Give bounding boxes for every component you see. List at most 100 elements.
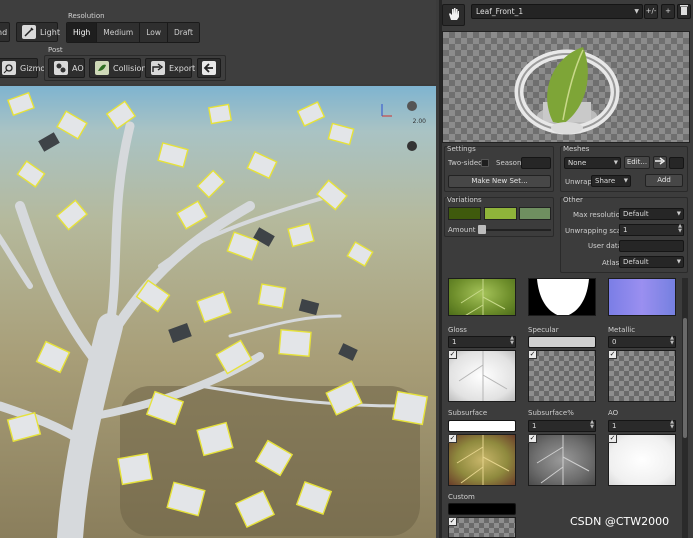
user-data-label: User data [588, 242, 622, 250]
leaf-preview-render [514, 47, 620, 135]
post-title: Post [48, 46, 63, 54]
custom-enabled-checkbox[interactable]: ✓ [448, 517, 457, 526]
specular-enabled-checkbox[interactable]: ✓ [528, 350, 537, 359]
resolution-high[interactable]: High [67, 23, 98, 42]
gizmo-label: Gizmo [20, 63, 46, 73]
mesh-color-field[interactable] [669, 157, 684, 169]
variation-color-3[interactable] [519, 207, 551, 220]
hand-tool-button[interactable] [442, 4, 465, 26]
metallic-label: Metallic [608, 326, 636, 334]
subsurface-veins [456, 435, 510, 485]
watermark: CSDN @CTW2000 [570, 515, 670, 528]
metallic-spinner[interactable]: 0 ▲ ▼ [608, 336, 676, 348]
add-asset-button[interactable]: + [661, 4, 675, 19]
amount-slider-handle[interactable] [478, 225, 486, 234]
max-resolution-label: Max resolution [573, 211, 625, 219]
two-sided-label: Two-sided [448, 159, 483, 167]
light-label: Light [40, 27, 60, 37]
unwrap-select-value: Share [595, 177, 616, 185]
custom-label: Custom [448, 493, 475, 501]
resolution-title: Resolution [68, 12, 105, 20]
albedo-map-thumb[interactable] [448, 278, 516, 316]
mesh-arrow-button[interactable] [653, 156, 667, 169]
make-new-set-button[interactable]: Make New Set... [448, 175, 551, 188]
light-icon [22, 25, 36, 39]
export-button[interactable]: Export [145, 58, 195, 78]
gizmo-button[interactable]: Gizmo [0, 58, 45, 78]
light-button[interactable]: Light [16, 22, 60, 42]
wind-button[interactable]: nd [0, 22, 10, 42]
spinner-arrows-icon: ▲ ▼ [670, 335, 674, 346]
gloss-enabled-checkbox[interactable]: ✓ [448, 350, 457, 359]
ao-spinner[interactable]: 1 ▲ ▼ [608, 420, 676, 432]
chevron-down-icon: ▼ [676, 259, 681, 265]
ao-button[interactable]: AO [48, 58, 85, 78]
variation-color-2[interactable] [484, 207, 517, 220]
two-sided-checkbox[interactable] [481, 159, 489, 167]
gloss-spinner[interactable]: 1 ▲ ▼ [448, 336, 516, 348]
resolution-medium[interactable]: Medium [97, 23, 141, 42]
variation-color-1[interactable] [448, 207, 481, 220]
metallic-enabled-checkbox[interactable]: ✓ [608, 350, 617, 359]
specular-color-field[interactable] [528, 336, 596, 348]
resolution-low[interactable]: Low [140, 23, 169, 42]
ao-map-thumb[interactable] [608, 434, 676, 486]
top-toolbar: nd Light Resolution High Medium Low Draf… [0, 0, 436, 84]
spinner-arrows-icon: ▲ ▼ [678, 223, 682, 234]
resolution-draft[interactable]: Draft [168, 23, 199, 42]
collision-button[interactable]: Collision [89, 58, 147, 78]
amount-slider[interactable] [478, 229, 551, 231]
subsurface-pct-enabled-checkbox[interactable]: ✓ [528, 434, 537, 443]
arrow-left-icon [202, 61, 216, 75]
chevron-down-icon: ▼ [634, 8, 639, 15]
delete-asset-button[interactable] [677, 4, 691, 19]
specular-map-thumb[interactable] [528, 350, 596, 402]
normal-map-thumb[interactable] [608, 278, 676, 316]
custom-map-thumb[interactable] [448, 517, 516, 538]
ao-label: AO [72, 63, 84, 73]
add-mesh-button[interactable]: Add [645, 174, 683, 187]
ao-value: 1 [612, 422, 617, 430]
metallic-map-thumb[interactable] [608, 350, 676, 402]
subsurface-map-thumb[interactable] [448, 434, 516, 486]
unwrapping-scale-spinner[interactable]: 1 ▲ ▼ [619, 224, 684, 236]
settings-title: Settings [447, 145, 476, 153]
3d-viewport[interactable]: 2.00 [0, 86, 436, 538]
subsurface-enabled-checkbox[interactable]: ✓ [448, 434, 457, 443]
axis-gizmo [381, 101, 417, 151]
mesh-select[interactable]: None ▼ [564, 157, 621, 169]
spinner-arrows-icon: ▲ ▼ [510, 335, 514, 346]
chevron-down-icon: ▼ [613, 160, 618, 166]
chevron-down-icon: ▼ [676, 211, 681, 217]
ao-enabled-checkbox[interactable]: ✓ [608, 434, 617, 443]
gloss-map-thumb[interactable] [448, 350, 516, 402]
back-button[interactable] [197, 58, 221, 78]
ao-icon [54, 61, 68, 75]
unwrap-select[interactable]: Share ▼ [591, 175, 631, 187]
panel-scrollbar-thumb[interactable] [683, 318, 687, 438]
atlas-select[interactable]: Default ▼ [619, 256, 684, 268]
arrow-right-icon [655, 157, 666, 167]
max-resolution-select[interactable]: Default ▼ [619, 208, 684, 220]
subsurface-pct-spinner[interactable]: 1 ▲ ▼ [528, 420, 596, 432]
spinner-arrows-icon: ▲ ▼ [670, 419, 674, 430]
season-field[interactable] [521, 157, 551, 169]
leaf-preview[interactable] [442, 31, 690, 143]
subsurface-pct-map-thumb[interactable] [528, 434, 596, 486]
edit-mesh-button[interactable]: Edit... [624, 156, 650, 169]
subsurface-pct-label: Subsurface% [528, 409, 574, 417]
collision-icon [95, 61, 109, 75]
wind-label: nd [0, 27, 8, 37]
season-label: Season [496, 159, 522, 167]
subsurface-pct-veins [536, 435, 590, 485]
asset-select[interactable]: Leaf_Front_1 ▼ [471, 4, 643, 19]
opacity-map-thumb[interactable] [528, 278, 596, 316]
user-data-field[interactable] [619, 240, 684, 252]
specular-label: Specular [528, 326, 559, 334]
resolution-selector: High Medium Low Draft [66, 22, 200, 43]
plus-minus-button[interactable]: +/- [644, 4, 658, 19]
gloss-veins [458, 351, 508, 401]
subsurface-color-field[interactable] [448, 420, 516, 432]
panel-scrollbar[interactable] [682, 278, 688, 538]
custom-color-field[interactable] [448, 503, 516, 515]
